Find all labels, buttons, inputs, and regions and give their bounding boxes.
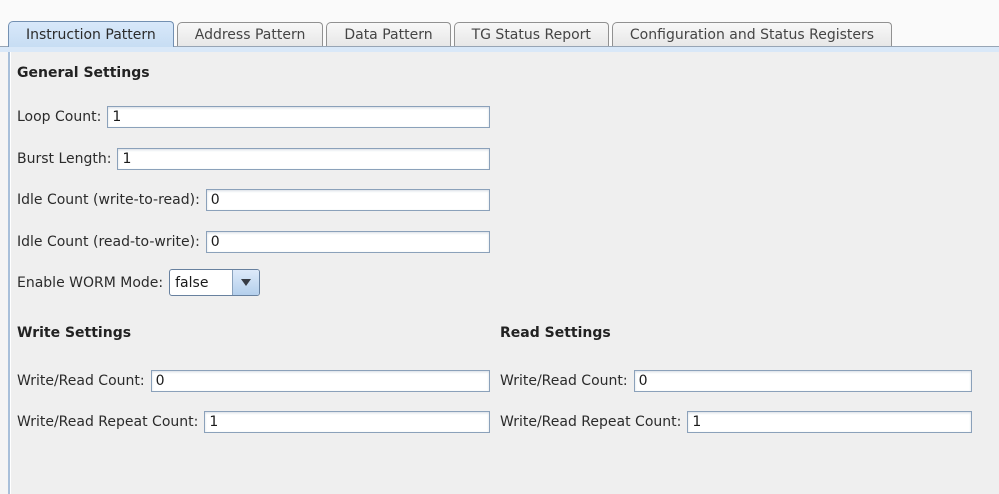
write-repeat-count-input[interactable] xyxy=(204,411,490,433)
instruction-pattern-panel: General Settings Loop Count: Burst Lengt… xyxy=(8,52,999,494)
worm-mode-selected-value: false xyxy=(175,274,209,291)
read-settings-heading: Read Settings xyxy=(500,325,611,341)
tab-label: Data Pattern xyxy=(344,26,433,43)
idle-count-write-to-read-input[interactable] xyxy=(205,189,490,211)
read-repeat-count-input[interactable] xyxy=(687,411,972,433)
write-count-input[interactable] xyxy=(150,370,490,392)
tab-instruction-pattern[interactable]: Instruction Pattern xyxy=(8,21,174,47)
read-repeat-count-label: Write/Read Repeat Count: xyxy=(500,414,682,430)
idle-count-read-to-write-row: Idle Count (read-to-write): xyxy=(17,231,490,253)
loop-count-row: Loop Count: xyxy=(17,106,490,128)
tab-label: Configuration and Status Registers xyxy=(629,26,875,43)
tab-label: Address Pattern xyxy=(194,26,306,43)
write-repeat-count-label: Write/Read Repeat Count: xyxy=(17,414,199,430)
tab-configuration-and-status-registers[interactable]: Configuration and Status Registers xyxy=(611,22,893,46)
enable-worm-mode-row: Enable WORM Mode: false xyxy=(17,269,989,296)
idle-count-write-to-read-label: Idle Count (write-to-read): xyxy=(17,192,200,208)
burst-length-input[interactable] xyxy=(117,148,490,170)
idle-count-read-to-write-input[interactable] xyxy=(205,231,490,253)
read-repeat-count-row: Write/Read Repeat Count: xyxy=(500,411,972,433)
loop-count-label: Loop Count: xyxy=(17,109,102,125)
tab-data-pattern[interactable]: Data Pattern xyxy=(326,22,451,46)
write-count-label: Write/Read Count: xyxy=(17,373,145,389)
read-settings-column: Read Settings Write/Read Count: Write/Re… xyxy=(500,296,972,433)
write-read-settings-section: Write Settings Write/Read Count: Write/R… xyxy=(17,296,989,433)
burst-length-label: Burst Length: xyxy=(17,151,112,167)
write-count-row: Write/Read Count: xyxy=(17,370,490,392)
write-settings-column: Write Settings Write/Read Count: Write/R… xyxy=(17,296,490,433)
tab-strip: Instruction Pattern Address Pattern Data… xyxy=(0,0,999,47)
worm-mode-dropdown-button[interactable] xyxy=(232,270,260,295)
tab-address-pattern[interactable]: Address Pattern xyxy=(176,22,324,46)
write-settings-heading: Write Settings xyxy=(17,325,132,341)
tab-tg-status-report[interactable]: TG Status Report xyxy=(453,22,609,46)
idle-count-read-to-write-label: Idle Count (read-to-write): xyxy=(17,234,200,250)
worm-mode-select[interactable]: false xyxy=(169,269,261,296)
tab-label: TG Status Report xyxy=(471,26,591,43)
dropdown-arrow-icon xyxy=(241,279,252,286)
idle-count-write-to-read-row: Idle Count (write-to-read): xyxy=(17,189,490,211)
general-settings-heading: General Settings xyxy=(17,65,150,81)
loop-count-input[interactable] xyxy=(107,106,490,128)
read-count-input[interactable] xyxy=(633,370,972,392)
enable-worm-mode-label: Enable WORM Mode: xyxy=(17,274,164,291)
read-count-row: Write/Read Count: xyxy=(500,370,972,392)
burst-length-row: Burst Length: xyxy=(17,148,490,170)
write-repeat-count-row: Write/Read Repeat Count: xyxy=(17,411,490,433)
read-count-label: Write/Read Count: xyxy=(500,373,628,389)
tab-label: Instruction Pattern xyxy=(26,26,156,43)
